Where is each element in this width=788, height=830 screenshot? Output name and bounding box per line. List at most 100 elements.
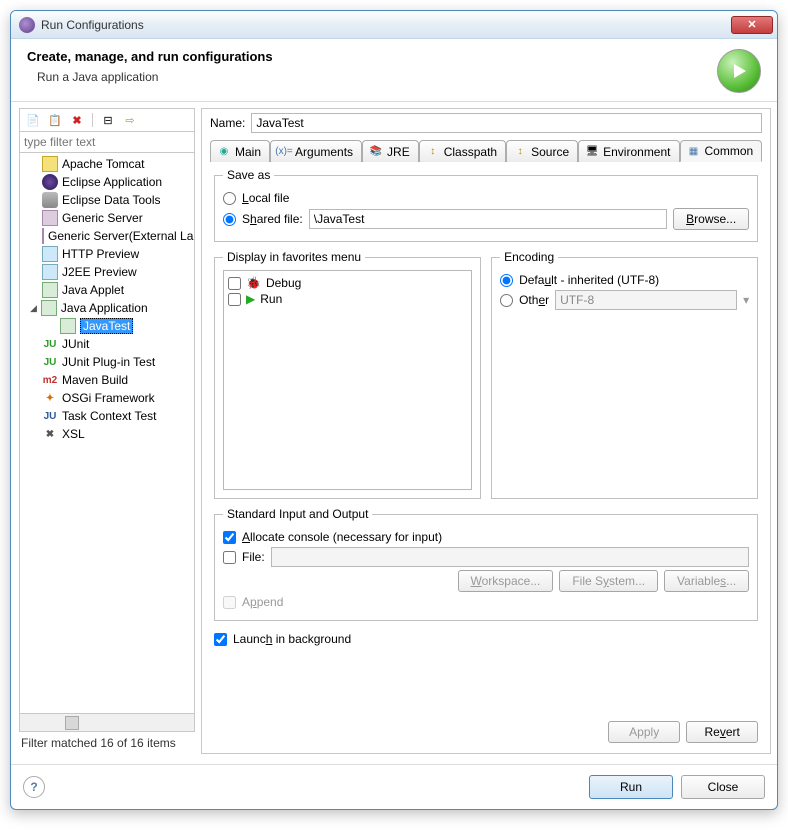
tree-item-j2ee-preview[interactable]: J2EE Preview [20, 263, 194, 281]
apply-button[interactable]: Apply [608, 721, 680, 743]
database-icon [42, 192, 58, 208]
footer: ? Run Close [11, 764, 777, 809]
encoding-default-label: Default - inherited (UTF-8) [519, 273, 659, 287]
jre-tab-icon: 📚 [369, 145, 383, 159]
close-icon[interactable]: ✕ [731, 16, 773, 34]
tree-item-task-context[interactable]: JUTask Context Test [20, 407, 194, 425]
tree-item-java-applet[interactable]: Java Applet [20, 281, 194, 299]
duplicate-config-icon[interactable]: 📋 [46, 111, 64, 129]
favorites-fieldset: Display in favorites menu 🐞 Debug ▶ Run [214, 250, 481, 499]
name-label: Name: [210, 116, 245, 130]
eclipse-icon [19, 17, 35, 33]
junit-icon: JU [42, 354, 58, 370]
encoding-other-input[interactable] [555, 290, 737, 310]
favorites-item-debug[interactable]: 🐞 Debug [228, 275, 467, 291]
local-file-label: Local file [242, 191, 289, 205]
file-checkbox[interactable] [223, 551, 236, 564]
allocate-console-checkbox[interactable] [223, 531, 236, 544]
tree-item-generic-server[interactable]: Generic Server [20, 209, 194, 227]
titlebar[interactable]: Run Configurations ✕ [11, 11, 777, 39]
encoding-other-label: Other [519, 293, 549, 307]
eclipse-app-icon [42, 174, 58, 190]
tree-item-junit-plugin[interactable]: JUJUnit Plug-in Test [20, 353, 194, 371]
http-icon [42, 246, 58, 262]
tree-item-maven-build[interactable]: m2Maven Build [20, 371, 194, 389]
tab-bar: ◉Main (x)=Arguments 📚JRE ↕Classpath ↕Sou… [210, 139, 762, 162]
tree-item-generic-server-external[interactable]: Generic Server(External Launch) [20, 227, 194, 245]
local-file-radio[interactable] [223, 192, 236, 205]
tree-item-junit[interactable]: JUJUnit [20, 335, 194, 353]
tree-item-http-preview[interactable]: HTTP Preview [20, 245, 194, 263]
shared-file-input[interactable] [309, 209, 667, 229]
favorites-list[interactable]: 🐞 Debug ▶ Run [223, 270, 472, 490]
java-icon [41, 300, 57, 316]
window-title: Run Configurations [41, 18, 731, 32]
delete-config-icon[interactable]: ✖ [68, 111, 86, 129]
collapse-all-icon[interactable]: ⊟ [99, 111, 117, 129]
tab-main[interactable]: ◉Main [210, 140, 270, 162]
tree-item-xsl[interactable]: ✖XSL [20, 425, 194, 443]
name-input[interactable] [251, 113, 762, 133]
run-icon [717, 49, 761, 93]
server-icon [42, 210, 58, 226]
workspace-button[interactable]: Workspace... [458, 570, 554, 592]
main-tab-icon: ◉ [217, 145, 231, 159]
encoding-default-radio[interactable] [500, 274, 513, 287]
filter-icon[interactable]: ⇨ [121, 111, 139, 129]
expand-icon[interactable]: ◢ [30, 303, 37, 314]
shared-file-radio[interactable] [223, 213, 236, 226]
task-icon: JU [42, 408, 58, 424]
tree-item-eclipse-data-tools[interactable]: Eclipse Data Tools [20, 191, 194, 209]
encoding-legend: Encoding [500, 250, 558, 264]
close-button[interactable]: Close [681, 775, 765, 799]
encoding-other-radio[interactable] [500, 294, 513, 307]
save-as-legend: Save as [223, 168, 274, 182]
tree-item-osgi[interactable]: ✦OSGi Framework [20, 389, 194, 407]
debug-checkbox[interactable] [228, 277, 241, 290]
play-icon: ▶ [246, 292, 255, 306]
append-label: Append [242, 595, 283, 609]
tab-arguments[interactable]: (x)=Arguments [270, 140, 362, 162]
horizontal-scrollbar[interactable] [19, 714, 195, 732]
source-tab-icon: ↕ [513, 145, 527, 159]
browse-button[interactable]: Browse... [673, 208, 749, 230]
tree-item-javatest[interactable]: JavaTest [20, 317, 194, 335]
applet-icon [42, 282, 58, 298]
tomcat-icon [42, 156, 58, 172]
dropdown-icon[interactable]: ▾ [743, 293, 749, 307]
tab-jre[interactable]: 📚JRE [362, 140, 419, 162]
header: Create, manage, and run configurations R… [11, 39, 777, 102]
launch-background-checkbox[interactable] [214, 633, 227, 646]
shared-file-label: Shared file: [242, 212, 303, 226]
stdio-legend: Standard Input and Output [223, 507, 372, 521]
run-button[interactable]: Run [589, 775, 673, 799]
tree-item-java-application[interactable]: ◢Java Application [20, 299, 194, 317]
config-tree[interactable]: Apache Tomcat Eclipse Application Eclips… [19, 153, 195, 714]
run-configurations-dialog: Run Configurations ✕ Create, manage, and… [10, 10, 778, 810]
server-icon [42, 228, 44, 244]
junit-icon: JU [42, 336, 58, 352]
help-icon[interactable]: ? [23, 776, 45, 798]
tree-item-apache-tomcat[interactable]: Apache Tomcat [20, 155, 194, 173]
j2ee-icon [42, 264, 58, 280]
xsl-icon: ✖ [42, 426, 58, 442]
filter-input[interactable] [19, 132, 195, 153]
run-checkbox[interactable] [228, 293, 241, 306]
variables-button[interactable]: Variables... [664, 570, 749, 592]
file-system-button[interactable]: File System... [559, 570, 658, 592]
common-tab-body: Save as Local file Shared file: Browse..… [210, 162, 762, 747]
favorites-item-run[interactable]: ▶ Run [228, 291, 467, 307]
file-input [271, 547, 750, 567]
tab-environment[interactable]: 🖥Environment [578, 140, 679, 162]
allocate-console-label: Allocate console (necessary for input) [242, 530, 442, 544]
tree-item-eclipse-application[interactable]: Eclipse Application [20, 173, 194, 191]
header-title: Create, manage, and run configurations [27, 49, 717, 64]
revert-button[interactable]: Revert [686, 721, 758, 743]
debug-icon: 🐞 [246, 276, 261, 290]
tab-classpath[interactable]: ↕Classpath [419, 140, 506, 162]
new-config-icon[interactable]: 📄 [24, 111, 42, 129]
tab-common[interactable]: ▦Common [680, 140, 763, 162]
tab-source[interactable]: ↕Source [506, 140, 578, 162]
common-tab-icon: ▦ [687, 144, 701, 158]
config-toolbar: 📄 📋 ✖ ⊟ ⇨ [19, 108, 195, 132]
